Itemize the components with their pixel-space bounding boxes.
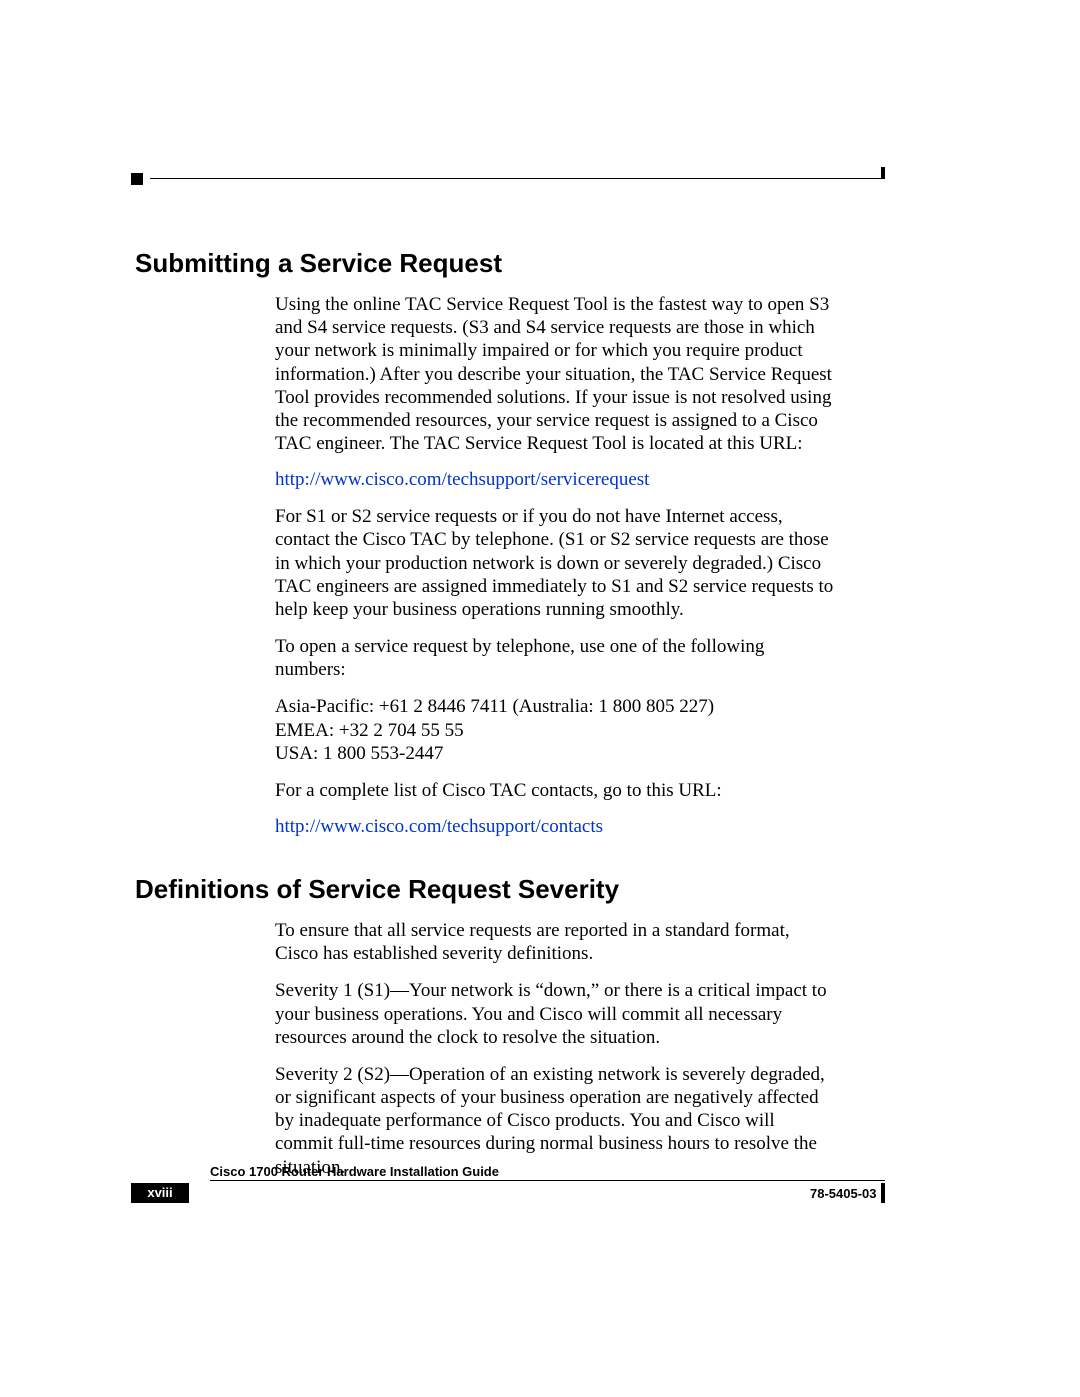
- section1-body: Using the online TAC Service Request Too…: [275, 293, 835, 838]
- footer-rule: [210, 1180, 885, 1181]
- body-text: Severity 1 (S1)—Your network is “down,” …: [275, 979, 835, 1049]
- phone-asiapacific: Asia-Pacific: +61 2 8446 7411 (Australia…: [275, 695, 835, 718]
- body-text: To open a service request by telephone, …: [275, 635, 835, 681]
- body-text: Using the online TAC Service Request Too…: [275, 293, 835, 455]
- header-rule: [150, 178, 885, 179]
- body-text: For S1 or S2 service requests or if you …: [275, 505, 835, 621]
- body-text: For a complete list of Cisco TAC contact…: [275, 779, 835, 802]
- section2-body: To ensure that all service requests are …: [275, 919, 835, 1179]
- footer-doc-title: Cisco 1700 Router Hardware Installation …: [210, 1164, 499, 1179]
- doc-number: 78-5405-03: [810, 1186, 877, 1201]
- section2: Definitions of Service Request Severity …: [135, 874, 875, 1179]
- page: Submitting a Service Request Using the o…: [0, 0, 1080, 1397]
- phone-emea: EMEA: +32 2 704 55 55: [275, 719, 835, 742]
- heading-definitions: Definitions of Service Request Severity: [135, 874, 875, 905]
- footer-tick-icon: [881, 1183, 885, 1203]
- body-text: To ensure that all service requests are …: [275, 919, 835, 965]
- header-square-icon: [131, 173, 143, 185]
- phone-usa: USA: 1 800 553-2447: [275, 742, 835, 765]
- body-text: Severity 2 (S2)—Operation of an existing…: [275, 1063, 835, 1179]
- link-contacts[interactable]: http://www.cisco.com/techsupport/contact…: [275, 816, 835, 838]
- content-area: Submitting a Service Request Using the o…: [135, 248, 875, 1193]
- heading-submitting: Submitting a Service Request: [135, 248, 875, 279]
- page-number: xviii: [131, 1183, 189, 1203]
- header-tick-icon: [881, 167, 885, 179]
- link-servicerequest[interactable]: http://www.cisco.com/techsupport/service…: [275, 469, 835, 491]
- phone-numbers: Asia-Pacific: +61 2 8446 7411 (Australia…: [275, 695, 835, 765]
